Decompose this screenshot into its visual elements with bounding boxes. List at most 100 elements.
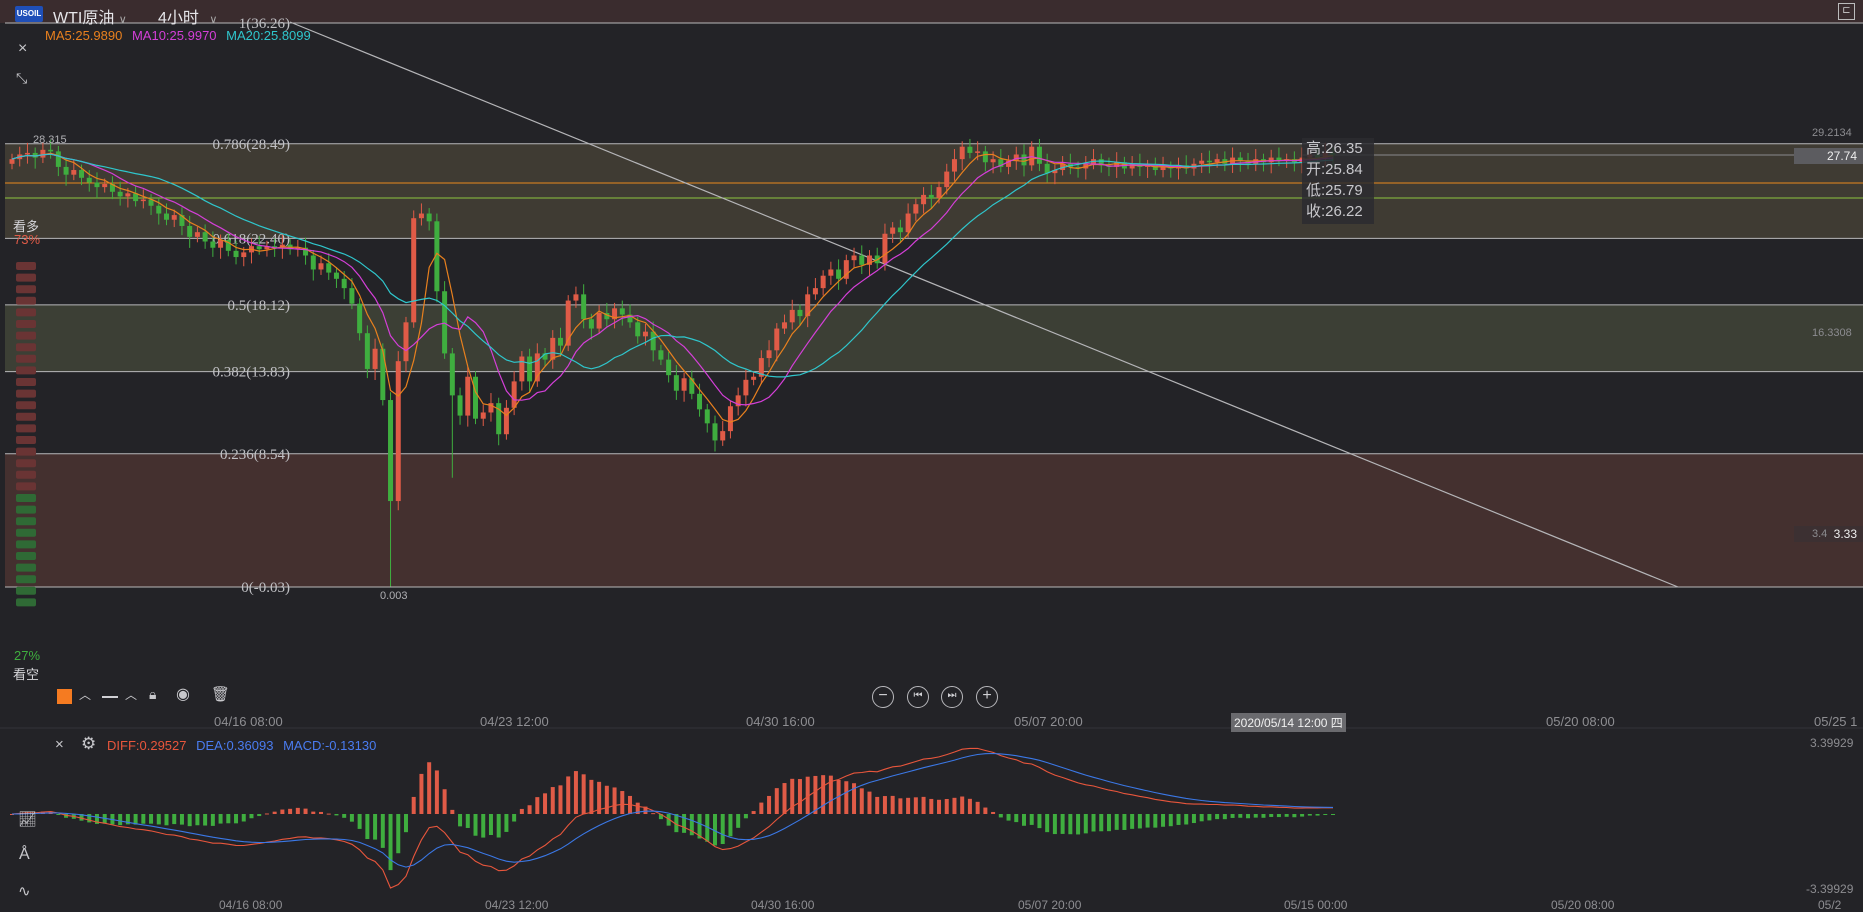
candle-body	[140, 199, 146, 202]
sentiment-segment	[16, 285, 36, 294]
macd-histogram-bar	[334, 814, 339, 816]
candle-body	[418, 213, 424, 219]
macd-histogram-bar	[535, 797, 540, 814]
sentiment-segment	[16, 505, 36, 514]
sentiment-segment	[16, 447, 36, 456]
sentiment-segment	[16, 528, 36, 537]
time-label: 05/20 08:00	[1546, 714, 1615, 729]
candle-body	[218, 239, 224, 248]
macd-histogram-bar	[234, 814, 239, 824]
close-icon[interactable]: ×	[55, 736, 64, 753]
jump-start-button[interactable]: ⏮	[907, 686, 929, 708]
wave-icon[interactable]: ∿	[18, 882, 31, 900]
candle-body	[812, 288, 818, 295]
macd-histogram-bar	[1215, 814, 1220, 820]
candle-body	[1199, 160, 1205, 164]
candle-body	[820, 275, 826, 289]
candle-body	[40, 149, 46, 158]
candle-body	[673, 375, 679, 391]
candle-body	[720, 431, 726, 441]
zoom-out-button[interactable]: −	[872, 686, 894, 708]
macd-histogram-bar	[519, 808, 524, 814]
timeframe-selector[interactable]: 4小时 ∨	[158, 4, 217, 28]
macd-histogram-bar	[218, 814, 223, 824]
candle-body	[635, 322, 641, 337]
candle-body	[782, 322, 788, 329]
gear-icon[interactable]: ⚙	[81, 734, 96, 754]
timeframe-label: 4小时	[158, 10, 199, 27]
chevron-up-icon[interactable]: ︿	[79, 686, 91, 703]
macd-histogram-bar	[728, 814, 733, 837]
macd-histogram-bar	[295, 807, 300, 814]
candle-body	[951, 159, 957, 172]
candle-body	[156, 205, 162, 214]
macd-value: MACD:-0.13130	[283, 738, 377, 753]
sentiment-segment	[16, 331, 36, 340]
scale-label-mid: 16.3308	[1812, 327, 1852, 339]
candle-body	[480, 412, 486, 419]
trash-icon[interactable]: 🗑︎	[211, 685, 230, 703]
candle-body	[473, 376, 479, 419]
zoom-in-button[interactable]: +	[976, 686, 998, 708]
diff-value: DIFF:0.29527	[107, 738, 187, 753]
eye-icon[interactable]: ◉	[176, 684, 190, 704]
macd-histogram-bar	[1122, 814, 1127, 830]
macd-histogram-bar	[1199, 814, 1204, 822]
color-swatch[interactable]	[57, 689, 72, 704]
candle-body	[1029, 146, 1035, 166]
macd-histogram-bar	[944, 798, 949, 814]
fib-label: 0.236(8.54)	[220, 447, 290, 463]
symbol-selector[interactable]: WTI原油 ∨	[53, 4, 127, 28]
sentiment-segment	[16, 401, 36, 410]
macd-histogram-bar	[1106, 814, 1111, 832]
indicator-icon[interactable]: 📈︎	[18, 810, 37, 828]
fib-zone	[5, 143, 1863, 239]
sentiment-segment	[16, 575, 36, 584]
ma10-value: MA10:25.9970	[131, 28, 217, 43]
candle-body	[241, 252, 247, 258]
drawing-tool-icon[interactable]: Å	[19, 846, 30, 864]
chart-canvas[interactable]: 1(36.26)0.786(28.49)0.618(22.40)0.5(18.1…	[0, 0, 1863, 910]
sentiment-segment	[16, 262, 36, 270]
sentiment-segment	[16, 540, 36, 549]
candle-body	[658, 350, 664, 360]
macd-histogram-bar	[1276, 814, 1281, 818]
macd-histogram-bar	[203, 814, 208, 826]
sentiment-segment	[16, 482, 36, 491]
macd-scale-bottom: -3.39929	[1806, 882, 1854, 896]
candle-body	[233, 250, 239, 258]
macd-histogram-bar	[604, 785, 609, 814]
time-label: 04/30 16:00	[746, 714, 815, 729]
macd-histogram-bar	[172, 814, 177, 825]
collapse-panel-icon[interactable]: ⊏	[1838, 3, 1855, 20]
lock-icon[interactable]: 🔒︎	[149, 686, 156, 703]
shrink-icon[interactable]: ⤡	[16, 70, 27, 87]
candle-body	[557, 337, 563, 346]
time-label: 04/23 12:00	[480, 714, 549, 729]
high-extreme-label: 28.315	[33, 134, 67, 146]
low-extreme-label: 0.003	[380, 590, 408, 602]
candle-body	[921, 194, 927, 205]
macd-histogram-bar	[411, 796, 416, 814]
macd-histogram-bar	[743, 814, 748, 819]
line-style-icon[interactable]	[102, 696, 118, 698]
macd-histogram-bar	[442, 789, 447, 814]
sentiment-segment	[16, 343, 36, 352]
candle-body	[364, 333, 370, 369]
candle-body	[102, 184, 108, 188]
macd-histogram-bar	[373, 814, 378, 840]
candle-body	[55, 151, 61, 167]
close-icon[interactable]: ×	[18, 40, 27, 58]
macd-histogram-bar	[859, 788, 864, 814]
candle-body	[426, 213, 432, 222]
cursor-time-label: 2020/05/14 12:00 四	[1231, 713, 1346, 732]
chevron-up-icon[interactable]: ︿	[125, 686, 137, 703]
macd-histogram-bar	[1006, 814, 1011, 821]
macd-histogram-bar	[821, 775, 826, 814]
candle-body	[1206, 160, 1212, 163]
jump-end-button[interactable]: ⏭	[941, 686, 963, 708]
macd-histogram-bar	[1014, 814, 1019, 823]
sentiment-segment	[16, 470, 36, 479]
macd-dea-line	[11, 752, 1334, 868]
sentiment-segment	[16, 563, 36, 572]
